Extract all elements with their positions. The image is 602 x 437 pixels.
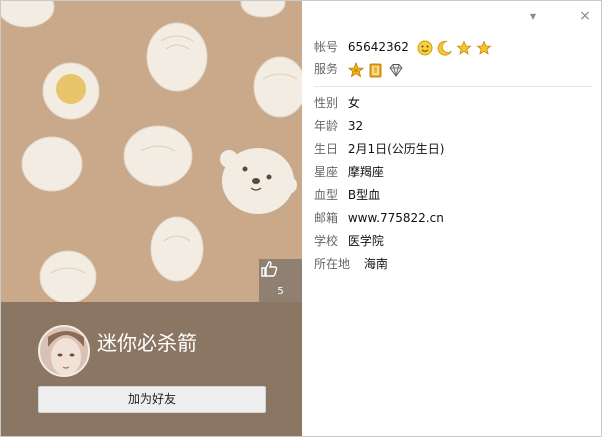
add-friend-button[interactable]: 加为好友 <box>38 386 266 413</box>
service-row: 服务 <box>314 60 404 78</box>
right-panel: ▾ × 帐号 65642362 服务 性别 女 年龄 32 生日 2月1日(公历… <box>302 1 601 436</box>
smiley-icon[interactable] <box>417 40 433 56</box>
account-row: 帐号 65642362 <box>314 38 492 56</box>
detail-value[interactable]: www.775822.cn <box>348 209 444 227</box>
profile-bar: 迷你必杀箭 加为好友 <box>1 302 302 436</box>
left-panel: 5 迷你必杀箭 加为好友 <box>1 1 302 436</box>
detail-row-blood: 血型 B型血 <box>314 186 380 204</box>
service-label: 服务 <box>314 62 339 76</box>
qq-book-icon[interactable] <box>368 62 384 78</box>
detail-label: 性别 <box>314 96 339 110</box>
like-button[interactable]: 5 <box>259 259 302 302</box>
detail-value: 医学院 <box>347 234 384 248</box>
avatar[interactable] <box>38 325 90 377</box>
detail-row-school: 学校 医学院 <box>314 232 384 250</box>
nickname: 迷你必杀箭 <box>97 331 197 355</box>
vip-star-icon[interactable] <box>347 62 364 78</box>
star-icon[interactable] <box>456 40 472 56</box>
account-label: 帐号 <box>314 40 339 54</box>
detail-label: 邮箱 <box>314 211 339 225</box>
detail-label: 血型 <box>314 188 339 202</box>
detail-label: 年龄 <box>314 119 339 133</box>
close-icon[interactable]: × <box>578 9 592 23</box>
avatar-portrait-icon <box>40 327 88 375</box>
diamond-icon[interactable] <box>388 62 404 78</box>
detail-value: 32 <box>347 119 364 133</box>
star-icon[interactable] <box>476 40 492 56</box>
detail-row-birthday: 生日 2月1日(公历生日) <box>314 140 444 158</box>
detail-row-constellation: 星座 摩羯座 <box>314 163 384 181</box>
detail-value: 女 <box>347 96 360 110</box>
moon-icon[interactable] <box>437 40 453 56</box>
service-badges <box>347 61 404 79</box>
detail-row-email: 邮箱 www.775822.cn <box>314 209 444 227</box>
detail-label: 学校 <box>314 234 339 248</box>
detail-row-age: 年龄 32 <box>314 117 363 135</box>
detail-row-location: 所在地 海南 <box>314 255 388 273</box>
level-badges <box>417 39 492 57</box>
detail-value: 摩羯座 <box>347 165 384 179</box>
detail-label: 所在地 <box>314 257 351 271</box>
detail-label: 生日 <box>314 142 339 156</box>
detail-label: 星座 <box>314 165 339 179</box>
detail-value: 海南 <box>363 257 388 271</box>
dropdown-icon[interactable]: ▾ <box>526 9 540 23</box>
dumpling-pattern-illustration <box>1 1 302 302</box>
account-number: 65642362 <box>347 40 409 54</box>
detail-value: B型血 <box>347 188 381 202</box>
thumbs-up-icon <box>261 261 278 277</box>
section-divider <box>314 86 592 87</box>
profile-card-window: 5 迷你必杀箭 加为好友 ▾ × 帐号 65642362 服务 性别 女 年龄 … <box>0 0 602 437</box>
detail-row-gender: 性别 女 <box>314 94 360 112</box>
detail-value: 2月1日(公历生日) <box>347 142 445 156</box>
like-count: 5 <box>277 286 284 297</box>
cover-image: 5 <box>1 1 302 302</box>
